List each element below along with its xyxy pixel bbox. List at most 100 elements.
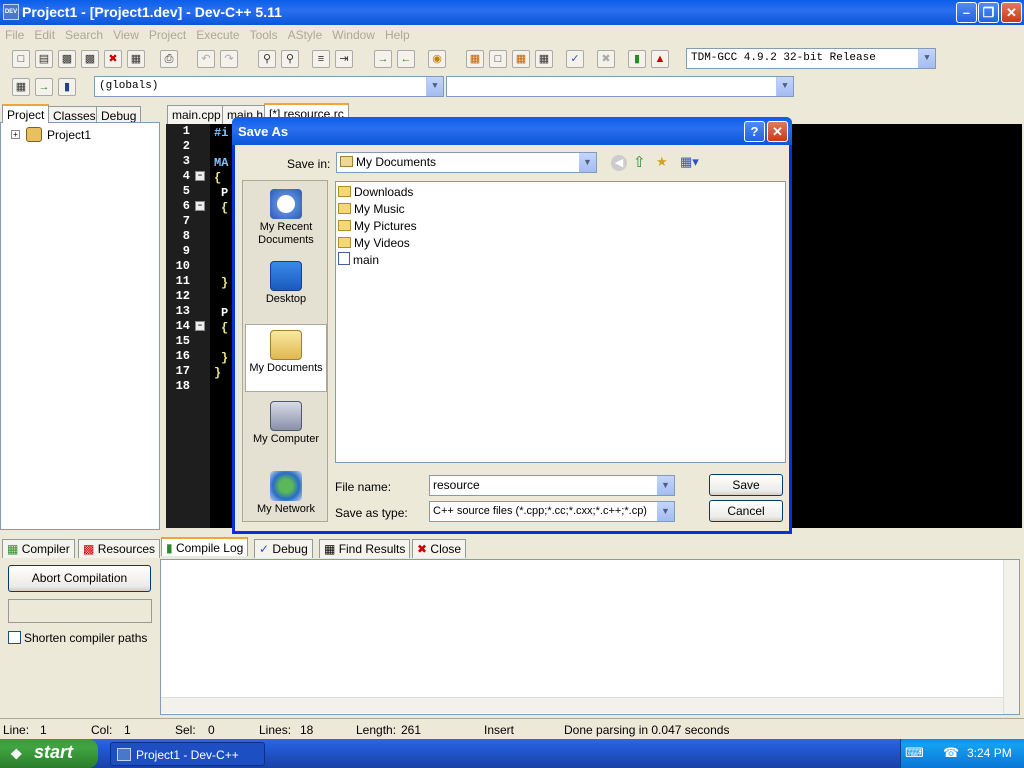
insert-icon[interactable]: ▦ <box>12 78 30 96</box>
redo-icon[interactable]: ↷ <box>220 50 238 68</box>
open-file-icon[interactable]: ▤ <box>35 50 53 68</box>
file-name-input[interactable]: resource ▼ <box>429 475 675 496</box>
undo-icon[interactable]: ↶ <box>197 50 215 68</box>
tab-close[interactable]: ✖ Close <box>412 539 467 558</box>
back-icon[interactable]: ◀ <box>611 155 627 171</box>
tab-main-cpp[interactable]: main.cpp <box>167 105 226 124</box>
compile-log-output[interactable] <box>160 559 1020 715</box>
chevron-down-icon[interactable]: ▼ <box>426 77 443 96</box>
compiler-select[interactable]: TDM-GCC 4.9.2 32-bit Release ▼ <box>686 48 936 69</box>
cancel-button[interactable]: Cancel <box>709 500 783 522</box>
find-icon[interactable]: ⚲ <box>258 50 276 68</box>
close-window-button[interactable]: ✕ <box>1001 2 1022 23</box>
abort-compilation-button[interactable]: Abort Compilation <box>8 565 151 592</box>
fold-icon[interactable]: – <box>195 171 205 181</box>
taskbar-item-devcpp[interactable]: Project1 - Dev-C++ <box>110 742 265 766</box>
project-panel: + Project1 <box>0 122 160 530</box>
remove-from-project-icon[interactable]: ← <box>397 50 415 68</box>
close-all-icon[interactable]: ▦ <box>127 50 145 68</box>
horizontal-scrollbar[interactable] <box>161 697 1003 713</box>
add-to-project-icon[interactable]: → <box>374 50 392 68</box>
save-all-icon[interactable]: ▩ <box>81 50 99 68</box>
chevron-down-icon[interactable]: ▼ <box>579 153 596 172</box>
tab-find-results[interactable]: ▦ Find Results <box>319 539 411 558</box>
project-tree-root[interactable]: Project1 <box>47 128 91 142</box>
menu-help[interactable]: Help <box>380 25 415 45</box>
menu-tools[interactable]: Tools <box>245 25 283 45</box>
place-my-documents[interactable]: My Documents <box>245 324 327 392</box>
compile-icon[interactable]: ▦ <box>466 50 484 68</box>
menu-window[interactable]: Window <box>327 25 380 45</box>
place-my-recent-documents[interactable]: My Recent Documents <box>245 189 327 247</box>
save-icon[interactable]: ▩ <box>58 50 76 68</box>
menu-search[interactable]: Search <box>60 25 108 45</box>
file-item-my-videos[interactable]: My Videos <box>338 235 410 252</box>
indent-icon[interactable]: ≡ <box>312 50 330 68</box>
network-icon[interactable]: ☎ <box>943 745 959 761</box>
rebuild-icon[interactable]: ▦ <box>535 50 553 68</box>
menu-file[interactable]: File <box>0 25 29 45</box>
run-icon[interactable]: □ <box>489 50 507 68</box>
print-icon[interactable]: ⎙ <box>160 50 178 68</box>
dialog-title-bar[interactable]: Save As ? ✕ <box>232 117 792 145</box>
vertical-scrollbar[interactable] <box>1003 560 1019 714</box>
close-file-icon[interactable]: ✖ <box>104 50 122 68</box>
line-number: 7 <box>182 214 190 228</box>
shorten-paths-checkbox[interactable] <box>8 631 21 644</box>
goto-line-icon[interactable]: ⇥ <box>335 50 353 68</box>
help-button[interactable]: ? <box>744 121 765 142</box>
menu-project[interactable]: Project <box>144 25 191 45</box>
file-item-main[interactable]: main <box>338 252 379 269</box>
window-title-bar[interactable]: DEV Project1 - [Project1.dev] - Dev-C++ … <box>0 0 1024 25</box>
save-in-select[interactable]: My Documents ▼ <box>336 152 597 173</box>
place-my-network[interactable]: My Network <box>245 471 327 516</box>
delete-profile-icon[interactable]: ▲ <box>651 50 669 68</box>
menu-execute[interactable]: Execute <box>191 25 244 45</box>
place-desktop[interactable]: Desktop <box>245 261 327 306</box>
compile-run-icon[interactable]: ▦ <box>512 50 530 68</box>
project-options-icon[interactable]: ◉ <box>428 50 446 68</box>
save-button[interactable]: Save <box>709 474 783 496</box>
chevron-down-icon[interactable]: ▼ <box>657 502 674 521</box>
tab-compile-log[interactable]: ▮ Compile Log <box>161 537 249 556</box>
fold-icon[interactable]: – <box>195 201 205 211</box>
file-list[interactable]: Downloads My Music My Pictures My Videos… <box>335 181 786 463</box>
view-menu-icon[interactable]: ▦▾ <box>680 154 699 170</box>
start-button[interactable]: ❖ start <box>0 739 98 768</box>
dialog-close-button[interactable]: ✕ <box>767 121 788 142</box>
goto-bookmark-icon[interactable]: ▮ <box>58 78 76 96</box>
new-folder-icon[interactable]: ★ <box>656 154 668 170</box>
profile-chart-icon[interactable]: ▮ <box>628 50 646 68</box>
save-in-label: Save in: <box>287 157 331 171</box>
tab-compiler[interactable]: ▦ Compiler <box>2 539 75 558</box>
expand-icon[interactable]: + <box>11 130 20 139</box>
chevron-down-icon[interactable]: ▼ <box>918 49 935 68</box>
scope-select[interactable]: (globals) ▼ <box>94 76 444 97</box>
keyboard-icon[interactable]: ⌨ <box>905 745 924 761</box>
restore-button[interactable]: ❐ <box>978 2 999 23</box>
toggle-bookmark-icon[interactable]: → <box>35 78 53 96</box>
tab-debug[interactable]: ✓ Debug <box>254 539 313 558</box>
fold-icon[interactable]: – <box>195 321 205 331</box>
new-file-icon[interactable]: □ <box>12 50 30 68</box>
menu-edit[interactable]: Edit <box>29 25 60 45</box>
menu-astyle[interactable]: AStyle <box>283 25 328 45</box>
save-in-value: My Documents <box>356 155 437 169</box>
menu-view[interactable]: View <box>108 25 144 45</box>
stop-icon[interactable]: ✖ <box>597 50 615 68</box>
file-item-my-pictures[interactable]: My Pictures <box>338 218 417 235</box>
tab-project[interactable]: Project <box>2 104 50 123</box>
minimize-button[interactable]: – <box>956 2 977 23</box>
file-item-my-music[interactable]: My Music <box>338 201 405 218</box>
save-as-type-select[interactable]: C++ source files (*.cpp;*.cc;*.cxx;*.c++… <box>429 501 675 522</box>
chevron-down-icon[interactable]: ▼ <box>657 476 674 495</box>
place-my-computer[interactable]: My Computer <box>245 401 327 446</box>
replace-icon[interactable]: ⚲ <box>281 50 299 68</box>
chevron-down-icon[interactable]: ▼ <box>776 77 793 96</box>
tab-resources[interactable]: ▩ Resources <box>78 539 161 558</box>
syntax-check-icon[interactable]: ✓ <box>566 50 584 68</box>
file-item-downloads[interactable]: Downloads <box>338 184 413 201</box>
app-icon: DEV <box>3 4 19 20</box>
symbol-select[interactable]: ▼ <box>446 76 794 97</box>
up-folder-icon[interactable]: ⇧ <box>633 153 646 171</box>
